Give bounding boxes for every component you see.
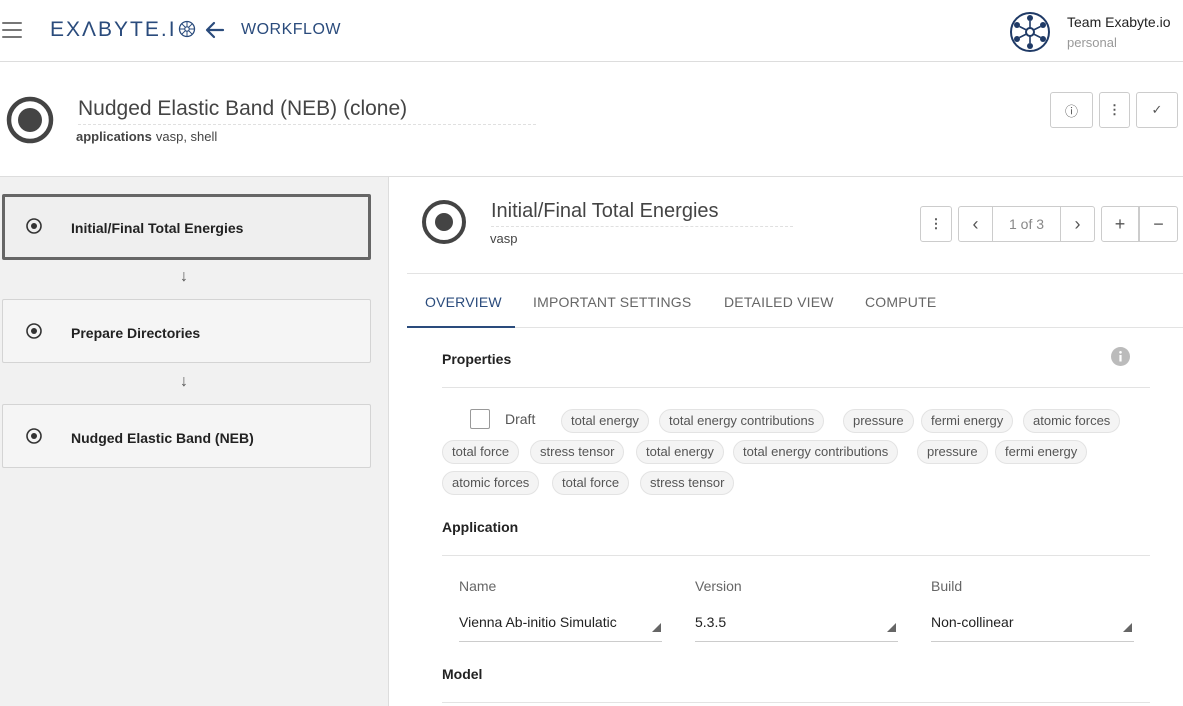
breadcrumb-workflow[interactable]: WORKFLOW: [241, 21, 341, 39]
minus-icon: −: [1153, 213, 1164, 234]
tab-detailed-view[interactable]: DETAILED VIEW: [724, 294, 834, 310]
team-avatar[interactable]: [1009, 11, 1051, 53]
back-arrow-icon[interactable]: [203, 18, 227, 42]
section-divider: [442, 387, 1150, 388]
menu-icon[interactable]: [2, 22, 22, 38]
radio-target-icon: [6, 96, 54, 144]
property-chip: stress tensor: [530, 440, 625, 464]
plus-icon: +: [1114, 213, 1126, 234]
draft-checkbox[interactable]: [470, 409, 490, 429]
radio-target-icon: [422, 200, 466, 244]
add-unit-button[interactable]: +: [1101, 206, 1139, 242]
property-chip: fermi energy: [921, 409, 1014, 433]
tab-overview[interactable]: OVERVIEW: [425, 294, 502, 310]
tab-important-settings[interactable]: IMPORTANT SETTINGS: [533, 294, 691, 310]
atom-logo-icon: [178, 20, 195, 38]
unit-card-nudged-elastic-band[interactable]: Nudged Elastic Band (NEB): [2, 404, 371, 468]
version-select[interactable]: 5.3.5: [695, 614, 875, 630]
unit-application: vasp: [490, 231, 518, 246]
section-divider: [442, 555, 1150, 556]
property-chip: total energy contributions: [659, 409, 825, 433]
version-field-label: Version: [695, 578, 742, 594]
draft-label: Draft: [505, 411, 536, 427]
info-icon: ⓘ: [1064, 103, 1078, 119]
property-chip: total energy: [636, 440, 724, 464]
property-chip: pressure: [843, 409, 914, 433]
unit-label: Prepare Directories: [71, 325, 201, 341]
info-button[interactable]: ⓘ: [1050, 92, 1093, 128]
team-name[interactable]: Team Exabyte.io: [1067, 14, 1171, 30]
previous-unit-button[interactable]: ‹: [958, 206, 993, 242]
workflow-header: Nudged Elastic Band (NEB) (clone) applic…: [0, 62, 1183, 177]
property-chip: pressure: [917, 440, 988, 464]
title-underline: [491, 226, 793, 227]
unit-card-initial-final-total-energies[interactable]: Initial/Final Total Energies: [2, 194, 371, 260]
check-icon: ✓: [1151, 102, 1163, 117]
next-unit-button[interactable]: ›: [1060, 206, 1095, 242]
active-tab-indicator: [407, 326, 515, 328]
property-chip: total force: [442, 440, 520, 464]
workflow-applications: applications vasp, shell: [76, 129, 217, 144]
dropdown-arrow-icon[interactable]: [652, 623, 661, 632]
more-vert-icon: ⋮: [1108, 102, 1121, 117]
save-check-button[interactable]: ✓: [1136, 92, 1178, 128]
unit-label: Initial/Final Total Energies: [71, 220, 244, 236]
property-chip: total force: [552, 471, 630, 495]
applications-value: vasp, shell: [155, 129, 218, 144]
unit-card-prepare-directories[interactable]: Prepare Directories: [2, 299, 371, 363]
brand-logo[interactable]: EXΛBYTE.I: [50, 18, 196, 42]
radio-target-icon: [26, 428, 42, 444]
properties-heading: Properties: [442, 351, 512, 367]
unit-tabs: OVERVIEW IMPORTANT SETTINGS DETAILED VIE…: [407, 273, 1183, 328]
info-icon[interactable]: [1111, 347, 1130, 366]
radio-target-icon: [26, 323, 42, 339]
property-chip: total energy: [561, 409, 649, 433]
dropdown-arrow-icon[interactable]: [887, 623, 896, 632]
version-field-underline: [695, 641, 898, 642]
more-vert-icon: ⋮: [929, 216, 943, 231]
section-divider: [442, 702, 1150, 703]
unit-pager: 1 of 3: [993, 206, 1060, 242]
property-chip: atomic forces: [442, 471, 540, 495]
chevron-left-icon: ‹: [972, 213, 979, 234]
property-chip: atomic forces: [1023, 409, 1121, 433]
model-heading: Model: [442, 666, 483, 682]
brand-text: EXΛBYTE.I: [50, 18, 177, 41]
chevron-right-icon: ›: [1074, 213, 1081, 234]
name-field-underline: [459, 641, 662, 642]
remove-unit-button[interactable]: −: [1139, 206, 1178, 242]
unit-more-options-button[interactable]: ⋮: [920, 206, 952, 242]
build-select[interactable]: Non-collinear: [931, 614, 1111, 630]
radio-target-icon: [26, 218, 42, 234]
property-chip: total energy contributions: [733, 440, 899, 464]
team-account-type: personal: [1067, 35, 1117, 50]
build-field-underline: [931, 641, 1134, 642]
flow-arrow-icon: ↓: [180, 373, 188, 390]
workflow-title[interactable]: Nudged Elastic Band (NEB) (clone): [78, 97, 407, 121]
more-options-button[interactable]: ⋮: [1099, 92, 1130, 128]
applications-label: applications: [76, 129, 152, 144]
unit-label: Nudged Elastic Band (NEB): [71, 430, 254, 446]
name-field-label: Name: [459, 578, 497, 594]
tab-compute[interactable]: COMPUTE: [865, 294, 936, 310]
dropdown-arrow-icon[interactable]: [1123, 623, 1132, 632]
build-field-label: Build: [931, 578, 963, 594]
application-heading: Application: [442, 519, 519, 535]
top-bar: EXΛBYTE.I WORKFLOW Team Exabyte.io perso…: [0, 0, 1183, 62]
unit-title[interactable]: Initial/Final Total Energies: [491, 200, 719, 223]
property-chip: fermi energy: [995, 440, 1088, 464]
title-underline: [78, 124, 536, 125]
property-chip: stress tensor: [640, 471, 735, 495]
name-select[interactable]: Vienna Ab-initio Simulatic: [459, 614, 627, 630]
flow-arrow-icon: ↓: [180, 268, 188, 285]
